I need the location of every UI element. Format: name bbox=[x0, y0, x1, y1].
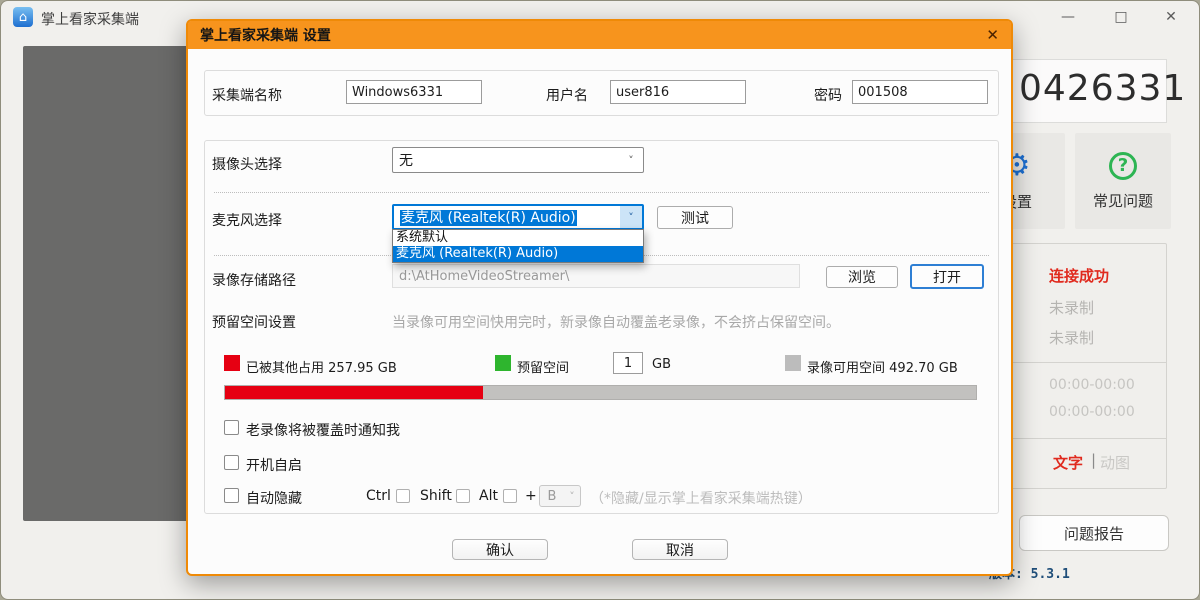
mic-option-default[interactable]: 系统默认 bbox=[393, 230, 643, 246]
panel-divider bbox=[1002, 362, 1166, 363]
reserved-space-legend-label: 预留空间 bbox=[517, 357, 569, 376]
free-space-swatch bbox=[785, 355, 801, 371]
chevron-down-icon: ˅ bbox=[564, 490, 580, 503]
cancel-button[interactable]: 取消 bbox=[632, 539, 728, 560]
mic-option-realtek[interactable]: 麦克风 (Realtek(R) Audio) bbox=[393, 246, 643, 262]
camera-record-status: 未录制 bbox=[1049, 297, 1094, 318]
shift-key-label: Shift bbox=[420, 488, 452, 504]
storage-path-label: 录像存储路径 bbox=[212, 270, 296, 290]
browse-button[interactable]: 浏览 bbox=[826, 266, 898, 288]
plus-sign: + bbox=[525, 488, 537, 504]
used-space-swatch bbox=[224, 355, 240, 371]
reserved-space-unit: GB bbox=[652, 357, 671, 372]
ctrl-key-checkbox[interactable] bbox=[396, 489, 410, 503]
reserved-space-description: 当录像可用空间快用完时，新录像自动覆盖老录像，不会挤占保留空间。 bbox=[392, 312, 840, 332]
open-button[interactable]: 打开 bbox=[910, 264, 984, 289]
space-used-bar bbox=[225, 386, 483, 399]
mic-select-label: 麦克风选择 bbox=[212, 210, 282, 230]
password-input[interactable] bbox=[852, 80, 988, 104]
autostart-checkbox[interactable] bbox=[224, 455, 239, 470]
camera-select-value: 无 bbox=[393, 150, 619, 170]
connection-status: 连接成功 bbox=[1049, 265, 1109, 286]
reserved-space-label: 预留空间设置 bbox=[212, 312, 296, 332]
reserved-space-swatch bbox=[495, 355, 511, 371]
disk-usage-bar bbox=[224, 385, 977, 400]
hotkey-key-value: B bbox=[540, 489, 564, 504]
used-space-label: 已被其他占用 257.95 GB bbox=[246, 357, 397, 376]
cid-number: 0426331 bbox=[1019, 68, 1186, 109]
username-input[interactable] bbox=[610, 80, 746, 104]
mic-test-button[interactable]: 测试 bbox=[657, 206, 733, 229]
client-name-input[interactable] bbox=[346, 80, 482, 104]
alt-key-label: Alt bbox=[479, 488, 498, 504]
shift-key-checkbox[interactable] bbox=[456, 489, 470, 503]
hotkey-hint: （*隐藏/显示掌上看家采集端热键） bbox=[590, 488, 812, 508]
text-mode-toggle[interactable]: 文字 bbox=[1053, 452, 1083, 473]
autohide-checkbox[interactable] bbox=[224, 488, 239, 503]
hotkey-key-combobox[interactable]: B ˅ bbox=[539, 485, 581, 507]
faq-tile-label: 常见问题 bbox=[1093, 190, 1153, 211]
panel-divider bbox=[1002, 438, 1166, 439]
password-label: 密码 bbox=[814, 85, 842, 105]
question-circle-icon: ? bbox=[1109, 152, 1137, 180]
dialog-title: 掌上看家采集端 设置 bbox=[200, 25, 986, 45]
confirm-button[interactable]: 确认 bbox=[452, 539, 548, 560]
maximize-icon[interactable]: □ bbox=[1101, 5, 1141, 29]
notify-checkbox-label: 老录像将被覆盖时通知我 bbox=[246, 420, 400, 440]
audio-record-status: 未录制 bbox=[1049, 327, 1094, 348]
reserved-space-input[interactable] bbox=[613, 352, 643, 374]
camera-select-combobox[interactable]: 无 ˅ bbox=[392, 147, 644, 173]
dialog-close-icon[interactable]: ✕ bbox=[986, 26, 999, 44]
free-space-label: 录像可用空间 492.70 GB bbox=[807, 357, 958, 376]
ctrl-key-label: Ctrl bbox=[366, 488, 391, 504]
camera-select-label: 摄像头选择 bbox=[212, 154, 282, 174]
faq-tile[interactable]: ? 常见问题 bbox=[1075, 133, 1171, 229]
alt-key-checkbox[interactable] bbox=[503, 489, 517, 503]
dialog-header: 掌上看家采集端 设置 ✕ bbox=[188, 21, 1011, 49]
mic-dropdown-list: 系统默认 麦克风 (Realtek(R) Audio) bbox=[392, 229, 644, 263]
storage-path-field[interactable]: d:\AtHomeVideoStreamer\ bbox=[392, 264, 800, 288]
gif-mode-toggle[interactable]: 动图 bbox=[1100, 452, 1130, 473]
close-icon[interactable]: ✕ bbox=[1151, 5, 1191, 29]
notify-checkbox[interactable] bbox=[224, 420, 239, 435]
username-label: 用户名 bbox=[546, 85, 588, 105]
window-title: 掌上看家采集端 bbox=[41, 9, 139, 29]
mic-select-combobox[interactable]: 麦克风 (Realtek(R) Audio) ˅ bbox=[392, 204, 644, 230]
mic-select-value: 麦克风 (Realtek(R) Audio) bbox=[400, 210, 577, 226]
row-divider bbox=[214, 192, 989, 193]
schedule-time-1: 00:00-00:00 bbox=[1049, 377, 1135, 393]
client-name-label: 采集端名称 bbox=[212, 85, 282, 105]
minimize-icon[interactable]: — bbox=[1048, 5, 1088, 29]
chevron-down-icon: ˅ bbox=[620, 206, 642, 228]
mode-separator: | bbox=[1091, 451, 1096, 469]
autohide-checkbox-label: 自动隐藏 bbox=[246, 488, 302, 508]
schedule-time-2: 00:00-00:00 bbox=[1049, 404, 1135, 420]
settings-dialog: 掌上看家采集端 设置 ✕ 采集端名称 用户名 密码 摄像头选择 无 ˅ 麦克风选… bbox=[186, 19, 1013, 576]
app-icon: ⌂ bbox=[13, 7, 33, 27]
report-button[interactable]: 问题报告 bbox=[1019, 515, 1169, 551]
autostart-checkbox-label: 开机自启 bbox=[246, 455, 302, 475]
chevron-down-icon: ˅ bbox=[619, 154, 643, 167]
